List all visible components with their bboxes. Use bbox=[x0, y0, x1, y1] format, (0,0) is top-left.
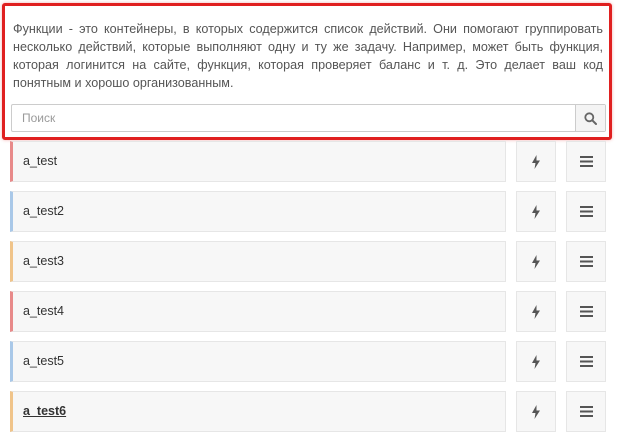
hamburger-menu-icon bbox=[579, 206, 593, 217]
function-menu-button[interactable] bbox=[566, 191, 606, 232]
run-function-button[interactable] bbox=[516, 291, 556, 332]
function-row: a_test6 bbox=[0, 391, 617, 437]
lightning-icon bbox=[532, 304, 540, 319]
functions-panel: Функции - это контейнеры, в которых соде… bbox=[0, 0, 617, 437]
lightning-icon bbox=[532, 404, 540, 419]
function-menu-button[interactable] bbox=[566, 141, 606, 182]
function-row: a_test3 bbox=[0, 241, 617, 291]
run-function-button[interactable] bbox=[516, 391, 556, 432]
function-row: a_test5 bbox=[0, 341, 617, 391]
lightning-icon bbox=[532, 204, 540, 219]
function-item[interactable]: a_test bbox=[10, 141, 506, 182]
lightning-icon bbox=[532, 154, 540, 169]
hamburger-menu-icon bbox=[579, 306, 593, 317]
function-row: a_test bbox=[0, 141, 617, 191]
info-panel-highlight: Функции - это контейнеры, в которых соде… bbox=[2, 3, 612, 140]
run-function-button[interactable] bbox=[516, 241, 556, 282]
hamburger-menu-icon bbox=[579, 256, 593, 267]
hamburger-menu-icon bbox=[579, 156, 593, 167]
function-item[interactable]: a_test6 bbox=[10, 391, 506, 432]
lightning-icon bbox=[532, 354, 540, 369]
function-name[interactable]: a_test5 bbox=[23, 354, 64, 368]
function-item[interactable]: a_test4 bbox=[10, 291, 506, 332]
function-menu-button[interactable] bbox=[566, 341, 606, 382]
function-name[interactable]: a_test bbox=[23, 154, 57, 168]
hamburger-menu-icon bbox=[579, 356, 593, 367]
run-function-button[interactable] bbox=[516, 191, 556, 232]
function-name[interactable]: a_test3 bbox=[23, 254, 64, 268]
function-menu-button[interactable] bbox=[566, 291, 606, 332]
run-function-button[interactable] bbox=[516, 141, 556, 182]
function-item[interactable]: a_test3 bbox=[10, 241, 506, 282]
search-input[interactable] bbox=[12, 105, 575, 131]
function-menu-button[interactable] bbox=[566, 391, 606, 432]
function-item[interactable]: a_test5 bbox=[10, 341, 506, 382]
function-name[interactable]: a_test4 bbox=[23, 304, 64, 318]
function-list: a_test a_test2 a_test3 a_test4 a_test5 a_test… bbox=[0, 141, 617, 437]
hamburger-menu-icon bbox=[579, 406, 593, 417]
search-icon bbox=[584, 111, 597, 125]
run-function-button[interactable] bbox=[516, 341, 556, 382]
search-bar bbox=[11, 104, 606, 132]
function-name[interactable]: a_test6 bbox=[23, 404, 66, 418]
function-item[interactable]: a_test2 bbox=[10, 191, 506, 232]
lightning-icon bbox=[532, 254, 540, 269]
function-menu-button[interactable] bbox=[566, 241, 606, 282]
function-name[interactable]: a_test2 bbox=[23, 204, 64, 218]
functions-description: Функции - это контейнеры, в которых соде… bbox=[13, 22, 603, 90]
function-row: a_test4 bbox=[0, 291, 617, 341]
function-row: a_test2 bbox=[0, 191, 617, 241]
search-button[interactable] bbox=[575, 105, 605, 131]
